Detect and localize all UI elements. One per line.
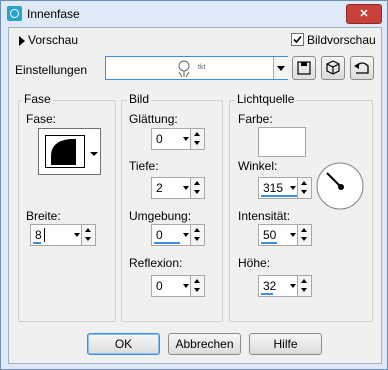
bild-group-title: Bild [127,92,152,106]
intensitaet-value[interactable]: 50 [263,228,276,242]
cube-icon [326,60,340,75]
fase-dropdown-arrow-icon[interactable] [90,147,98,156]
winkel-stepper[interactable] [297,178,311,198]
text-cursor [44,228,45,242]
fase-label: Fase: [26,112,57,126]
glaettung-spinbox[interactable]: 0 [151,128,205,150]
title-bar[interactable]: Innenfase ✕ [1,1,387,27]
umgebung-spinbox[interactable]: 0 [151,224,205,246]
bildvorschau-checkbox[interactable] [291,33,304,46]
expand-arrow-icon[interactable] [19,35,25,46]
ok-button[interactable]: OK [87,333,160,355]
app-icon [7,6,22,21]
abbrechen-button[interactable]: Abbrechen [168,333,241,355]
reflexion-value[interactable]: 0 [156,279,163,293]
window-title: Innenfase [27,7,80,21]
winkel-value[interactable]: 315 [263,181,283,195]
save-preset-button[interactable] [292,56,316,80]
save-icon [297,61,311,75]
close-button[interactable]: ✕ [346,4,382,24]
hoehe-stepper[interactable] [297,276,311,296]
hoehe-label: Höhe: [238,256,271,270]
winkel-spinbox[interactable]: 315 [258,177,312,199]
reflexion-label: Reflexion: [129,256,183,270]
umgebung-stepper[interactable] [190,225,204,245]
hoehe-spinbox[interactable]: 32 [258,275,312,297]
farbe-swatch[interactable] [258,127,306,157]
intensitaet-level-bar [261,242,277,244]
einstellungen-label: Einstellungen [15,63,88,77]
umgebung-level-bar [154,242,180,244]
breite-level-bar [33,242,41,244]
fase-group-title: Fase [22,92,53,106]
umgebung-value[interactable]: 0 [156,228,163,242]
angle-dial[interactable] [315,161,365,211]
glaettung-stepper[interactable] [190,129,204,149]
reset-button[interactable] [350,56,374,80]
hoehe-value[interactable]: 32 [263,279,276,293]
dialog-body: Vorschau Bildvorschau Einstellungen tkt [8,27,382,364]
preview-label[interactable]: Vorschau [28,33,78,47]
reflexion-stepper[interactable] [190,276,204,296]
tiefe-spinbox[interactable]: 2 [151,177,205,199]
preset-dropdown[interactable]: tkt [105,56,288,80]
tiefe-label: Tiefe: [129,159,159,173]
tiefe-stepper[interactable] [190,178,204,198]
breite-label: Breite: [26,209,61,223]
bildvorschau-label: Bildvorschau [307,33,376,47]
umgebung-label: Umgebung: [129,209,192,223]
preset-logo-text: tkt [198,64,206,71]
lichtquelle-group-title: Lichtquelle [235,92,297,106]
preset-dropdown-arrow-icon[interactable] [273,57,288,79]
reflexion-spinbox[interactable]: 0 [151,275,205,297]
winkel-level-bar [261,195,297,197]
fase-shape-selector[interactable] [38,128,101,175]
angle-dial-icon [316,162,364,210]
farbe-label: Farbe: [238,112,273,126]
intensitaet-stepper[interactable] [297,225,311,245]
hoehe-level-bar [261,293,273,295]
tiefe-value[interactable]: 2 [156,181,163,195]
intensitaet-spinbox[interactable]: 50 [258,224,312,246]
intensitaet-label: Intensität: [238,209,291,223]
winkel-label: Winkel: [238,159,278,173]
bevel-shape-icon [45,135,85,168]
load-preset-button[interactable] [321,56,345,80]
hilfe-button[interactable]: Hilfe [249,333,322,355]
glaettung-value[interactable]: 0 [156,132,163,146]
undo-icon [354,62,369,74]
breite-spinbox[interactable]: 8 [30,224,96,246]
dialog-window: Innenfase ✕ Vorschau Bildvorschau Einste… [0,0,388,370]
breite-stepper[interactable] [81,225,95,245]
glaettung-label: Glättung: [129,112,178,126]
breite-value[interactable]: 8 [35,228,42,242]
